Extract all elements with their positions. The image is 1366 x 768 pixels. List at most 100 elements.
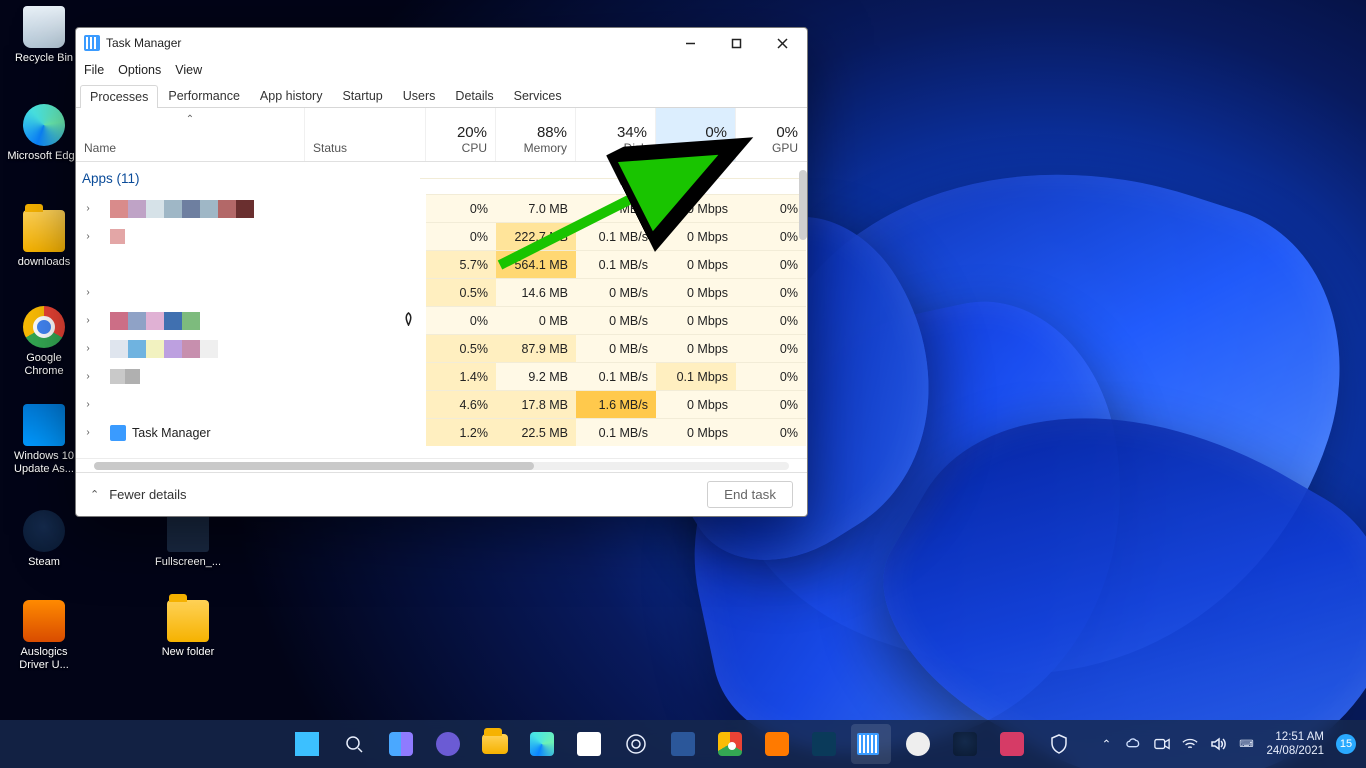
desktop-icon-win10-update[interactable]: Windows 10 Update As... [6,404,82,476]
desktop-icon-fullscreen[interactable]: Fullscreen_... [150,510,226,569]
col-gpu[interactable]: 0%GPU [736,108,806,161]
language-icon[interactable]: ⌨ [1238,736,1254,752]
desktop-icon-new-folder[interactable]: New folder [150,600,226,659]
horizontal-scrollbar[interactable] [76,458,807,472]
store-button[interactable] [569,724,609,764]
cell-cpu: 4.6% [426,390,496,418]
desktop-icon-steam[interactable]: Steam [6,510,82,569]
cell-mem: 564.1 MB [496,250,576,278]
menu-view[interactable]: View [175,63,202,77]
cell-gpu: 0% [736,418,806,446]
process-row[interactable]: ›Task Manager1.2%22.5 MB0.1 MB/s0 Mbps0% [76,418,807,446]
expand-icon[interactable]: › [82,343,94,354]
expand-icon[interactable]: › [82,203,94,214]
tab-processes[interactable]: Processes [80,85,158,108]
desktop-icon-recycle-bin[interactable]: Recycle Bin [6,6,82,65]
vertical-scrollbar[interactable] [799,170,807,240]
minimize-button[interactable] [667,28,713,58]
tab-services[interactable]: Services [504,84,572,107]
cell-disk: 0 MB/s [576,334,656,362]
desktop-icon-auslogics[interactable]: Auslogics Driver U... [6,600,82,672]
menu-options[interactable]: Options [118,63,161,77]
tab-users[interactable]: Users [393,84,446,107]
search-button[interactable] [334,724,374,764]
process-list[interactable]: Apps (11) ›0%7.0 MB0 MB/s0 Mbps0%›0%222.… [76,162,807,458]
tray-chevron-icon[interactable]: ⌃ [1098,736,1114,752]
cell-gpu: 0% [736,250,806,278]
edge-button[interactable] [522,724,562,764]
desktop-icon-downloads[interactable]: downloads [6,210,82,269]
cell-disk: 0.1 MB/s [576,222,656,250]
desktop-icon-chrome[interactable]: Google Chrome [6,306,82,378]
tab-performance[interactable]: Performance [158,84,250,107]
process-row[interactable]: 5.7%564.1 MB0.1 MB/s0 Mbps0% [76,250,807,278]
expand-icon[interactable]: › [82,399,94,410]
process-row[interactable]: ›0%7.0 MB0 MB/s0 Mbps0% [76,194,807,222]
expand-icon[interactable]: › [82,371,94,382]
settings-button[interactable] [616,724,656,764]
tab-app-history[interactable]: App history [250,84,333,107]
cell-gpu: 0% [736,194,806,222]
process-row[interactable]: ›1.4%9.2 MB0.1 MB/s0.1 Mbps0% [76,362,807,390]
fewer-details-link[interactable]: Fewer details [109,487,186,502]
onedrive-icon[interactable] [1126,736,1142,752]
taskbar[interactable]: ⌃ ⌨ 12:51 AM 24/08/2021 15 [0,720,1366,768]
menu-file[interactable]: File [84,63,104,77]
cell-net: 0 Mbps [656,222,736,250]
volume-icon[interactable] [1210,736,1226,752]
col-status[interactable]: Status [305,108,426,161]
start-button[interactable] [287,724,327,764]
cell-gpu: 0% [736,278,806,306]
task-view-button[interactable] [381,724,421,764]
col-memory[interactable]: 88%Memory [496,108,576,161]
cell-gpu: 0% [736,334,806,362]
process-row[interactable]: ›0.5%14.6 MB0 MB/s0 Mbps0% [76,278,807,306]
expand-icon[interactable]: › [82,315,94,326]
expand-icon[interactable]: › [82,287,94,298]
cell-net: 0.1 Mbps [656,362,736,390]
cell-net: 0 Mbps [656,306,736,334]
titlebar[interactable]: Task Manager [76,28,807,58]
col-cpu[interactable]: 20%CPU [426,108,496,161]
explorer-button[interactable] [475,724,515,764]
col-disk[interactable]: 34%Disk [576,108,656,161]
cell-mem: 17.8 MB [496,390,576,418]
security-button[interactable] [1039,724,1079,764]
notifications-badge[interactable]: 15 [1336,734,1356,754]
expand-icon[interactable]: › [82,231,94,242]
process-row[interactable]: ›0%0 MB0 MB/s0 Mbps0% [76,306,807,334]
process-row[interactable]: ›4.6%17.8 MB1.6 MB/s0 Mbps0% [76,390,807,418]
maximize-button[interactable] [713,28,759,58]
cell-gpu: 0% [736,222,806,250]
chat-button[interactable] [428,724,468,764]
meet-now-icon[interactable] [1154,736,1170,752]
group-apps[interactable]: Apps (11) [76,162,807,194]
process-row[interactable]: ›0.5%87.9 MB0 MB/s0 Mbps0% [76,334,807,362]
cell-disk: 0 MB/s [576,306,656,334]
close-button[interactable] [759,28,805,58]
tab-details[interactable]: Details [445,84,503,107]
word-button[interactable] [663,724,703,764]
cell-disk: 0 MB/s [576,194,656,222]
process-row[interactable]: ›0%222.7 MB0.1 MB/s0 Mbps0% [76,222,807,250]
app1-button[interactable] [898,724,938,764]
auslogics-button[interactable] [757,724,797,764]
cell-disk: 1.6 MB/s [576,390,656,418]
task-manager-window[interactable]: Task Manager File Options View Processes… [75,27,808,517]
taskmgr-button[interactable] [851,724,891,764]
wifi-icon[interactable] [1182,736,1198,752]
col-network[interactable]: 0%Network [656,108,736,161]
expand-icon[interactable]: › [82,427,94,438]
chrome-button[interactable] [710,724,750,764]
gpu-button[interactable] [804,724,844,764]
app2-button[interactable] [992,724,1032,764]
desktop-icon-edge[interactable]: Microsoft Edge [6,104,82,163]
steam-button[interactable] [945,724,985,764]
col-name[interactable]: ⌃ Name [76,108,305,161]
system-tray[interactable]: ⌃ ⌨ 12:51 AM 24/08/2021 15 [1098,730,1356,758]
tab-startup[interactable]: Startup [332,84,392,107]
clock[interactable]: 12:51 AM 24/08/2021 [1266,730,1324,758]
cell-disk: 0.1 MB/s [576,418,656,446]
end-task-button[interactable]: End task [707,481,793,508]
tab-bar: Processes Performance App history Startu… [76,82,807,108]
